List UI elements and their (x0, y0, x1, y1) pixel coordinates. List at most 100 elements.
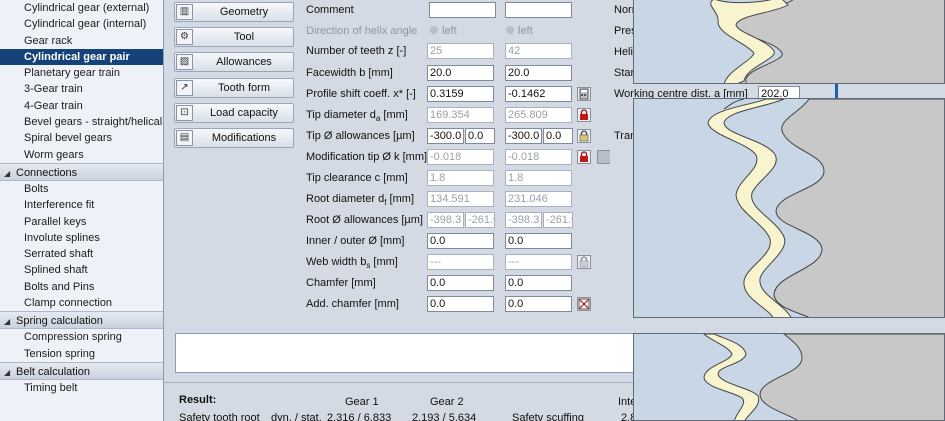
inner-outer-label: Inner / outer Ø [mm] (306, 235, 405, 247)
safety-mode-label: dyn. / stat. (271, 412, 322, 421)
collapse-triangle-icon[interactable]: ◢ (4, 313, 16, 331)
nav-item-worm-gears[interactable]: Worm gears (0, 147, 163, 163)
profile-shift-gear1-input[interactable]: 0.3159 (427, 86, 494, 102)
tooth-form-button[interactable]: ↗ Tooth form (174, 78, 294, 98)
result-panel: Result: Gear 1 Gear 2 Inte Safety tooth … (164, 382, 640, 421)
chamfer-gear2-input[interactable]: 0.0 (505, 275, 572, 291)
lock-icon[interactable] (577, 108, 591, 122)
chamfer-sketch-icon[interactable] (577, 297, 591, 311)
nav-item-splined-shaft[interactable]: Splined shaft (0, 262, 163, 278)
tip-clearance-gear2-input[interactable]: 1.8 (505, 170, 572, 186)
root-diameter-gear2-input[interactable]: 231.046 (505, 191, 572, 207)
root-allowance-lower-gear2-input[interactable]: -261.0 (543, 212, 573, 228)
facewidth-gear1-input[interactable]: 20.0 (427, 65, 494, 81)
tip-clearance-gear1-input[interactable]: 1.8 (427, 170, 494, 186)
nav-item-parallel-keys[interactable]: Parallel keys (0, 214, 163, 230)
mod-tip-gear2-input[interactable]: -0.018 (505, 149, 572, 165)
root-diameter-label: Root diameter df [mm] (306, 193, 414, 208)
lock-icon[interactable] (577, 255, 591, 269)
load-capacity-button[interactable]: ⊡ Load capacity (174, 103, 294, 123)
radio-dot-icon (506, 26, 514, 34)
tip-clearance-label: Tip clearance c [mm] (306, 172, 408, 184)
nav-item-bevel-gears-straight-helical[interactable]: Bevel gears - straight/helical (0, 114, 163, 130)
nav-item-clamp-connection[interactable]: Clamp connection (0, 295, 163, 311)
nav-item-gear-rack[interactable]: Gear rack (0, 33, 163, 49)
geometry-form: Comment Direction of helix angle left le… (300, 0, 640, 330)
chamfer-gear1-input[interactable]: 0.0 (427, 275, 494, 291)
tip-diameter-gear2-input[interactable]: 265.809 (505, 107, 572, 123)
tip-allowance-upper-gear2-input[interactable]: -300.0 (505, 128, 542, 144)
geometry-icon: ▥ (176, 4, 193, 20)
tip-allowance-lower-gear2-input[interactable]: 0.0 (543, 128, 573, 144)
collapse-triangle-icon[interactable]: ◢ (4, 165, 16, 183)
lock-icon[interactable] (577, 150, 591, 164)
nav-item-compression-spring[interactable]: Compression spring (0, 329, 163, 345)
helix-gear1-radio[interactable]: left (430, 23, 457, 39)
result-gear2-header: Gear 2 (430, 396, 464, 408)
nav-item-4-gear-train[interactable]: 4-Gear train (0, 98, 163, 114)
web-width-gear2-input[interactable]: --- (505, 254, 572, 270)
category-connections[interactable]: ◢ Connections (0, 162, 163, 183)
modifications-button[interactable]: ▤ Modifications (174, 128, 294, 148)
tool-button[interactable]: ⚙ Tool (174, 27, 294, 47)
nav-item-involute-splines[interactable]: Involute splines (0, 230, 163, 246)
options-icon[interactable] (597, 150, 611, 164)
category-belt-calculation[interactable]: ◢ Belt calculation (0, 361, 163, 382)
root-allowance-upper-gear2-input[interactable]: -398.3 (505, 212, 542, 228)
category-spring-calculation[interactable]: ◢ Spring calculation (0, 311, 163, 331)
nav-item-timing-belt[interactable]: Timing belt (0, 380, 163, 396)
root-allowance-lower-gear1-input[interactable]: -261.0 (465, 212, 495, 228)
teeth-gear2-input[interactable]: 42 (505, 43, 572, 59)
standard-label: Star (614, 67, 635, 79)
tooth-form-icon: ↗ (176, 80, 193, 96)
teeth-gear1-input[interactable]: 25 (427, 43, 494, 59)
nav-item-cylindrical-gear-pair[interactable]: Cylindrical gear pair (0, 48, 163, 66)
tip-diameter-gear1-input[interactable]: 169.354 (427, 107, 494, 123)
web-width-gear1-input[interactable]: --- (427, 254, 494, 270)
nav-item-bolts[interactable]: Bolts (0, 181, 163, 197)
collapse-triangle-icon[interactable]: ◢ (4, 364, 16, 382)
web-width-label: Web width bs [mm] (306, 256, 398, 271)
root-allowance-upper-gear1-input[interactable]: -398.3 (427, 212, 464, 228)
mod-tip-gear1-input[interactable]: -0.018 (427, 149, 494, 165)
nav-item-serrated-shaft[interactable]: Serrated shaft (0, 246, 163, 262)
nav-item-3-gear-train[interactable]: 3-Gear train (0, 81, 163, 97)
facewidth-gear2-input[interactable]: 20.0 (505, 65, 572, 81)
mod-tip-label: Modification tip Ø k [mm] (306, 151, 428, 163)
nav-item-bolts-and-pins[interactable]: Bolts and Pins (0, 279, 163, 295)
tip-diameter-label: Tip diameter da [mm] (306, 109, 408, 124)
allowances-icon: ▨ (176, 54, 193, 70)
comment-gear2-input[interactable] (505, 2, 572, 18)
comment-gear1-input[interactable] (429, 2, 496, 18)
result-title: Result: (179, 394, 217, 406)
inner-outer-gear2-input[interactable]: 0.0 (505, 233, 572, 249)
nav-item-tension-spring[interactable]: Tension spring (0, 346, 163, 362)
radio-dot-icon (430, 26, 438, 34)
add-chamfer-gear2-input[interactable]: 0.0 (505, 296, 572, 312)
calculator-icon[interactable] (577, 87, 591, 101)
lock-icon[interactable] (577, 129, 591, 143)
profile-shift-label: Profile shift coeff. x* [-] (306, 88, 416, 100)
add-chamfer-gear1-input[interactable]: 0.0 (427, 296, 494, 312)
chamfer-label: Chamfer [mm] (306, 277, 376, 289)
helix-gear2-radio[interactable]: left (506, 23, 533, 39)
nav-item-cylindrical-gear-external[interactable]: Cylindrical gear (external) (0, 0, 163, 16)
tip-allowance-upper-gear1-input[interactable]: -300.0 (427, 128, 464, 144)
root-diameter-gear1-input[interactable]: 134.591 (427, 191, 494, 207)
nav-item-planetary-gear-train[interactable]: Planetary gear train (0, 65, 163, 81)
safety-gear2-value: 2.193 / 5.634 (412, 412, 477, 421)
profile-shift-gear2-input[interactable]: -0.1462 (505, 86, 572, 102)
result-gear1-header: Gear 1 (345, 396, 379, 408)
inner-outer-gear1-input[interactable]: 0.0 (427, 233, 494, 249)
allowances-button[interactable]: ▨ Allowances (174, 52, 294, 72)
helix-label: Heli (614, 46, 633, 58)
tooth-contact-graphic-3 (633, 333, 945, 421)
safety-gear1-value: 2.316 / 6.833 (327, 412, 392, 421)
tip-allowance-lower-gear1-input[interactable]: 0.0 (465, 128, 495, 144)
nav-item-cylindrical-gear-internal[interactable]: Cylindrical gear (internal) (0, 16, 163, 32)
nav-item-interference-fit[interactable]: Interference fit (0, 197, 163, 213)
geometry-button[interactable]: ▥ Geometry (174, 2, 294, 22)
load-capacity-icon: ⊡ (176, 105, 193, 121)
nav-item-spiral-bevel-gears[interactable]: Spiral bevel gears (0, 130, 163, 146)
safety-tooth-root-label: Safety tooth root (179, 412, 260, 421)
